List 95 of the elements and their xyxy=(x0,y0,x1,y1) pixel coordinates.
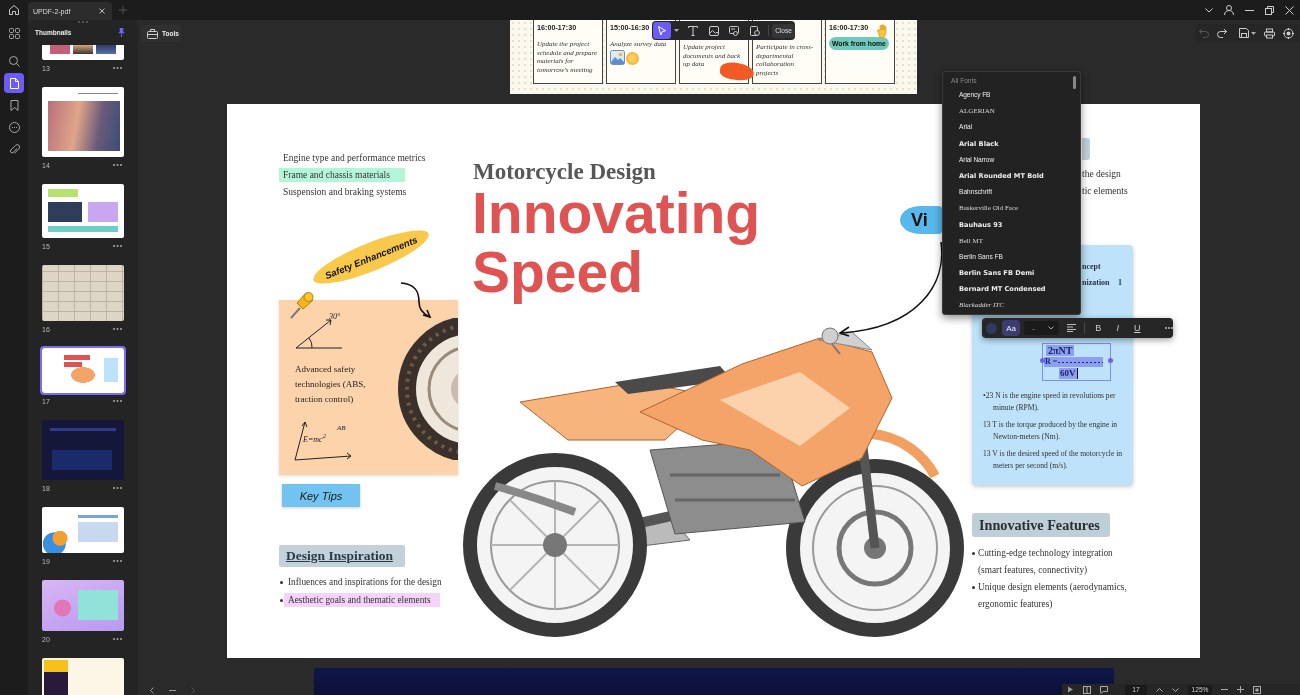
image-icon xyxy=(610,49,625,65)
close-icon[interactable] xyxy=(99,8,105,14)
list-item-text: Aesthetic goals and thematic elements xyxy=(284,593,440,607)
text-style-button[interactable]: I xyxy=(1111,321,1125,335)
card-text: ncept xyxy=(1082,261,1101,273)
formula-text: E=mc$^{2}$ xyxy=(303,432,326,444)
page-thumbnail[interactable] xyxy=(42,658,124,695)
resize-handle[interactable] xyxy=(1040,358,1045,363)
close-icon[interactable] xyxy=(1285,5,1294,15)
page-icon xyxy=(750,25,761,36)
chevron-up-icon[interactable] xyxy=(1156,687,1163,692)
page-thumbnail[interactable] xyxy=(42,507,124,553)
book-icon[interactable] xyxy=(1083,685,1091,694)
heading-background xyxy=(1082,138,1090,160)
note-text: Advanced safety technologies (ABS, traction control) xyxy=(295,363,367,406)
comment-icon xyxy=(8,121,20,133)
topic-text: Suspension and braking systems xyxy=(282,185,408,199)
title-text: Innovating xyxy=(472,184,761,243)
sticker-label: Vi xyxy=(900,206,942,234)
chevron-down-icon xyxy=(1047,326,1054,330)
caret-icon[interactable] xyxy=(673,29,679,32)
select-tool-button[interactable] xyxy=(653,22,671,39)
body-text: tic elements xyxy=(1082,185,1128,198)
page-thumbnail[interactable] xyxy=(42,265,124,321)
frame-icon xyxy=(729,25,740,36)
body-text: the design xyxy=(1082,168,1121,181)
chevron-left-icon[interactable] xyxy=(150,687,154,694)
card-text: nization xyxy=(1082,277,1110,289)
scrollbar-thumb[interactable] xyxy=(1073,76,1076,89)
bullet-icon xyxy=(280,580,283,584)
page-icon xyxy=(8,77,20,89)
resize-handle[interactable] xyxy=(1108,358,1113,363)
list-item-text: Unique design elements (aerodynamics, ergonomic features) xyxy=(978,581,1128,611)
equation-text: 60V xyxy=(1059,368,1078,379)
formula-drawing xyxy=(294,421,352,461)
color-swatch-icon[interactable] xyxy=(986,322,997,334)
angle-label: 30° xyxy=(329,312,341,321)
title-text: Speed xyxy=(472,243,644,302)
list-item-text: Cutting-edge technology integration (smart features, connectivity) xyxy=(978,547,1114,577)
section-heading: Design Inspiration xyxy=(279,545,405,567)
page-thumbnail[interactable] xyxy=(42,45,124,60)
card-text: 1 xyxy=(1118,277,1122,289)
page-thumbnail[interactable] xyxy=(42,87,124,157)
fit-page-icon[interactable] xyxy=(1253,685,1261,694)
redo-icon[interactable] xyxy=(1217,28,1227,38)
text-style-button[interactable]: U xyxy=(1130,321,1144,335)
page-thumbnail[interactable] xyxy=(42,348,124,393)
thumbnails-button[interactable] xyxy=(4,73,24,93)
topic-text: Engine type and performance metrics xyxy=(282,151,427,165)
bookmark-icon xyxy=(8,99,20,111)
bullet-icon xyxy=(972,552,975,555)
emoji-icon xyxy=(626,51,639,65)
target-icon[interactable] xyxy=(1283,27,1294,39)
toolbox-icon xyxy=(147,28,158,39)
page-thumbnail[interactable] xyxy=(42,580,124,631)
equation-text: R = xyxy=(1044,357,1059,367)
section-heading: Innovative Features xyxy=(972,513,1110,537)
drag-handle-icon[interactable] xyxy=(78,21,88,23)
cursor-icon xyxy=(656,25,667,36)
paperclip-icon xyxy=(8,143,20,155)
page-thumbnail[interactable] xyxy=(42,184,124,238)
caret-icon[interactable] xyxy=(1251,31,1256,35)
fraction-bar xyxy=(1058,357,1104,367)
font-button[interactable]: Aa xyxy=(1002,320,1021,336)
align-icon[interactable] xyxy=(1066,324,1076,332)
minimize-icon[interactable] xyxy=(1245,9,1254,11)
hand-icon xyxy=(875,24,889,38)
equation-text: 2πNT xyxy=(1046,345,1075,356)
chevron-down-icon[interactable] xyxy=(1172,687,1179,692)
comment-icon[interactable] xyxy=(1100,685,1108,694)
image-icon xyxy=(708,25,719,36)
print-icon[interactable] xyxy=(1264,27,1275,39)
save-icon[interactable] xyxy=(1239,28,1249,38)
play-icon[interactable] xyxy=(1067,686,1074,693)
topic-text: Frame and chassis materials xyxy=(279,167,405,182)
list-item-text: Influences and inspirations for the design xyxy=(287,576,443,589)
page-thumbnail[interactable] xyxy=(42,420,124,480)
home-icon xyxy=(9,5,19,15)
text-style-button[interactable]: B xyxy=(1091,321,1105,335)
bullet-icon xyxy=(280,598,283,602)
search-icon xyxy=(8,55,20,67)
chevron-down-icon[interactable] xyxy=(1205,7,1213,13)
restore-icon[interactable] xyxy=(1265,5,1274,15)
grid-icon xyxy=(8,27,20,39)
equation-box[interactable]: 2πNT R = 60V xyxy=(1042,343,1111,381)
text-icon xyxy=(687,25,698,36)
zoom-in-icon[interactable] xyxy=(1237,686,1244,693)
user-icon[interactable] xyxy=(1224,5,1234,15)
pin-icon[interactable] xyxy=(117,28,126,37)
bullet-icon xyxy=(972,586,975,589)
tips-label: Key Tips xyxy=(282,484,360,507)
subtitle: Motorcycle Design xyxy=(473,158,656,186)
zoom-out-icon[interactable] xyxy=(1221,686,1228,693)
angle-drawing xyxy=(295,319,343,349)
curved-arrow xyxy=(400,282,432,319)
